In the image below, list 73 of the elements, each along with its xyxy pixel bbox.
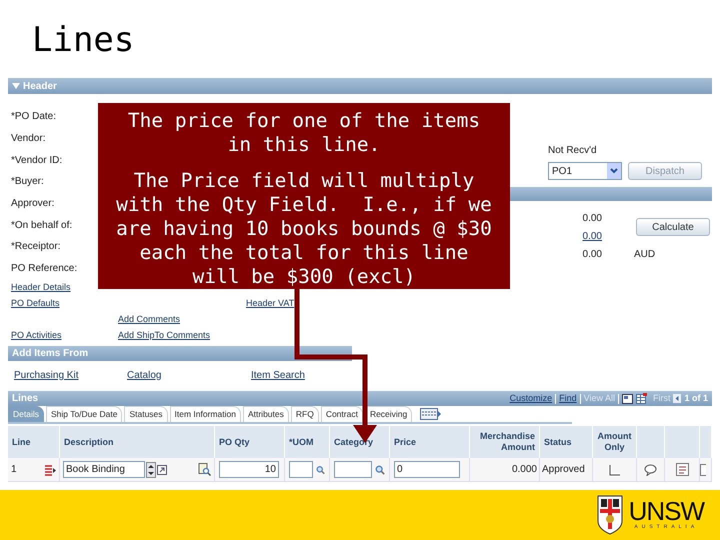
tab[interactable]: Attributes — [242, 406, 289, 422]
field-label: PO Reference: — [11, 262, 78, 276]
section-header-bar: Add Items From — [8, 346, 352, 361]
column-header: Description — [64, 436, 114, 448]
link[interactable]: Find — [559, 392, 577, 406]
link[interactable]: Catalog — [127, 368, 162, 382]
amount-value: 0.000 — [512, 463, 537, 477]
field-label: Approver: — [11, 197, 54, 212]
slide-title: Lines — [32, 20, 134, 60]
tab[interactable]: Ship To/Due Date — [46, 406, 122, 422]
column-header: *UOM — [289, 436, 314, 448]
column-header: Category — [334, 436, 374, 448]
link[interactable]: PO Defaults — [11, 296, 60, 310]
column-header: Line — [12, 436, 31, 448]
first-label: First — [652, 392, 670, 405]
tab[interactable]: Contract — [320, 406, 363, 422]
column-header: Price — [394, 436, 416, 448]
checkbox[interactable] — [608, 464, 620, 476]
list-icon — [44, 464, 56, 476]
grid-icon — [420, 408, 442, 420]
link[interactable]: PO Activities — [11, 328, 62, 342]
field-label: *Receiptor: — [11, 240, 60, 254]
amount-value: 0.00 — [582, 212, 602, 226]
link[interactable]: Header Details — [11, 280, 71, 294]
status-value: Approved — [542, 463, 585, 477]
chevron-down-icon — [607, 163, 621, 179]
link[interactable]: Add Comments — [118, 312, 180, 326]
section-header-bar: Lines Customize Find View All First 1 of 1 — [8, 391, 712, 406]
document-search-icon — [198, 463, 211, 476]
column-header: Status — [544, 436, 572, 448]
callout-text: The price for one of the items in this line. — [126, 109, 482, 157]
window-icon — [622, 394, 633, 404]
grid-icon — [636, 393, 647, 404]
callout-text: The Price field will multiply with the Qty Field. I.e., if we are having 10 books bounds @ $30 each the total for this line will be $300 (excl) — [115, 169, 493, 289]
link[interactable]: Item Search — [251, 368, 305, 382]
page-counter: 1 of 1 — [684, 392, 708, 405]
unit-field[interactable] — [289, 461, 313, 478]
previous-icon — [673, 394, 682, 403]
column-header: Amount Only — [597, 431, 632, 453]
crest-icon — [596, 495, 623, 535]
column-header: PO Qty — [219, 436, 250, 448]
expand-icon — [157, 464, 167, 474]
tab[interactable]: Receiving — [364, 406, 412, 422]
speech-bubble-icon — [644, 464, 657, 476]
calculate-button[interactable]: Calculate — [636, 218, 710, 236]
field-label: Vendor: — [11, 132, 46, 146]
spinner-icon — [146, 462, 156, 478]
tab[interactable]: RFQ — [290, 406, 319, 422]
currency-label: AUD — [634, 248, 656, 262]
field-label: *On behalf of: — [11, 218, 72, 233]
line-number: 1 — [11, 463, 17, 477]
column-header: Merchandise Amount — [478, 431, 535, 453]
link[interactable]: Add ShipTo Comments — [118, 328, 210, 342]
category-field[interactable] — [334, 461, 372, 478]
search-icon — [316, 464, 325, 476]
collapse-icon[interactable] — [12, 82, 20, 90]
status-dropdown[interactable]: PO1 — [548, 162, 622, 180]
link[interactable]: Purchasing Kit — [14, 368, 78, 382]
status-label: Not Recv'd — [547, 144, 598, 158]
description-field[interactable]: Book Binding — [63, 461, 145, 478]
amount-value: 0.00 — [582, 248, 602, 262]
logo-wordmark: UNSW — [628, 498, 704, 524]
search-icon — [375, 464, 385, 476]
tab[interactable]: Item Information — [170, 406, 241, 422]
link[interactable]: Header VAT — [246, 296, 294, 310]
link[interactable]: Customize — [510, 392, 552, 406]
field-label: *Vendor ID: — [11, 154, 62, 168]
quantity-field[interactable]: 10 — [219, 461, 279, 478]
field-label: *Buyer: — [11, 175, 44, 190]
tab[interactable]: Statuses — [124, 406, 168, 422]
price-field[interactable]: 0 — [394, 461, 460, 478]
field-label: *PO Date: — [11, 110, 56, 124]
amount-link[interactable]: 0.00 — [582, 228, 602, 244]
